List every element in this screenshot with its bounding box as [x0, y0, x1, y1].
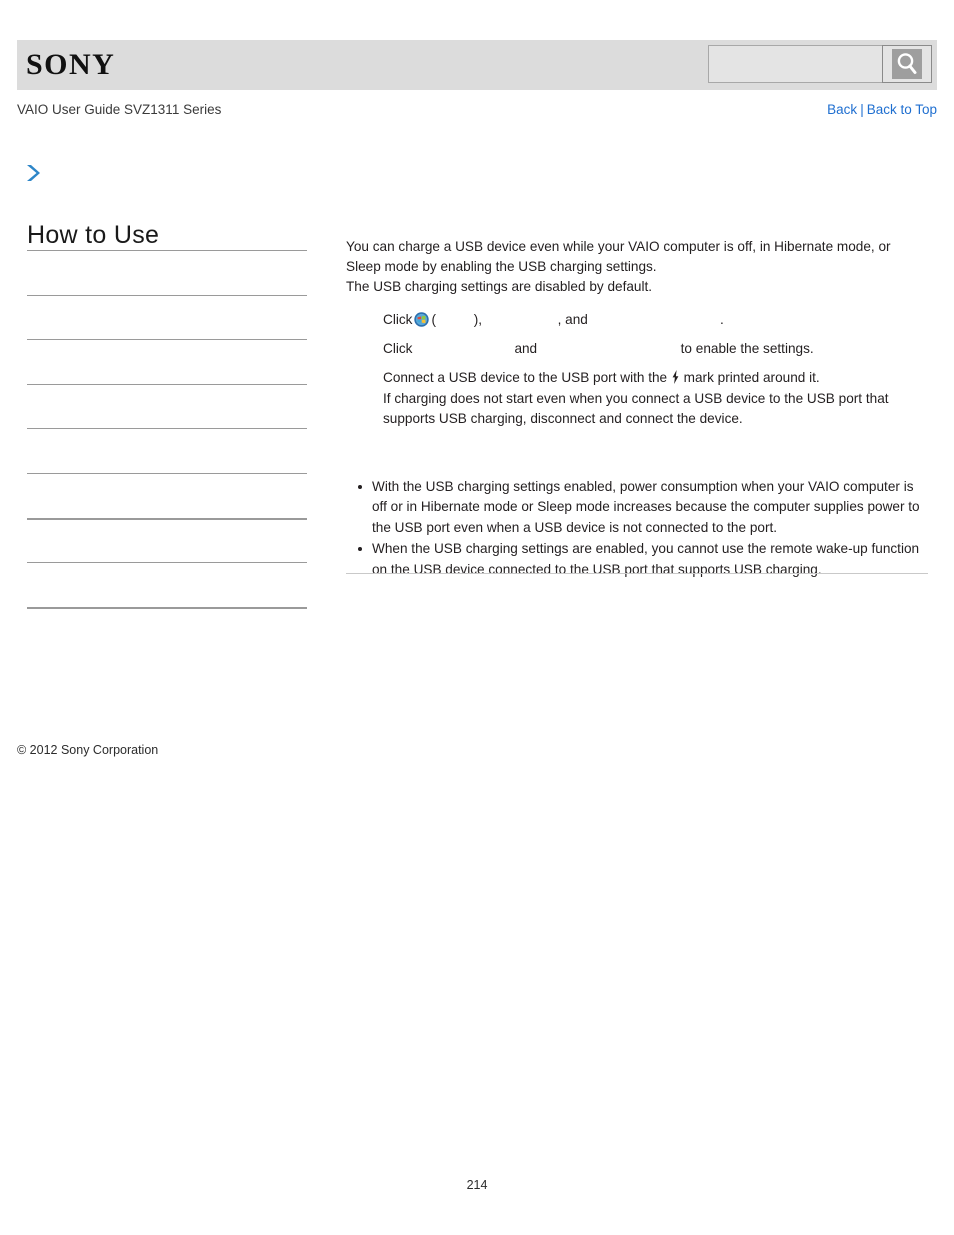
sidebar-item-5[interactable]	[27, 472, 307, 518]
step-1-suffix: .	[720, 311, 724, 327]
steps-list: Click ( ), , and . Click and to enable t…	[346, 310, 931, 430]
search-input[interactable]	[708, 45, 882, 83]
note-item-1: With the USB charging settings enabled, …	[358, 477, 931, 539]
step-1-hidden-term-1	[436, 310, 474, 330]
notes-list: With the USB charging settings enabled, …	[346, 477, 931, 581]
sidebar-item-8[interactable]	[27, 606, 307, 652]
guide-title: VAIO User Guide SVZ1311 Series	[17, 102, 222, 117]
intro-line-1: Sleep mode by enabling the USB charging …	[346, 259, 657, 275]
sidebar-item-1[interactable]	[27, 294, 307, 340]
nav-separator: |	[860, 102, 864, 117]
sidebar-item-3[interactable]	[27, 383, 307, 429]
step-1-close-paren: ),	[473, 311, 483, 327]
step-4-line-1: If charging does not start even when you…	[383, 390, 889, 406]
intro-line-0: You can charge a USB device even while y…	[346, 239, 891, 254]
step-2-hidden-term-1	[412, 339, 514, 359]
magnifying-glass-icon	[892, 49, 922, 79]
step-3-after-bolt: mark printed around it.	[683, 370, 820, 386]
note-item-2: When the USB charging settings are enabl…	[358, 539, 931, 580]
sidebar-item-6[interactable]	[27, 517, 307, 563]
chevron-right-icon[interactable]	[24, 163, 42, 183]
step-item-3: Connect a USB device to the USB port wit…	[383, 368, 931, 388]
back-to-top-link[interactable]: Back to Top	[867, 102, 937, 117]
windows-start-orb-icon[interactable]	[414, 311, 430, 327]
step-4-line-2: supports USB charging, disconnect and co…	[383, 411, 743, 427]
header-nav-links: Back | Back to Top	[827, 100, 937, 120]
step-2-mid: and	[514, 341, 538, 357]
lightning-bolt-icon	[672, 370, 679, 385]
site-header: SONY	[17, 40, 937, 90]
step-2-prefix: Click	[383, 341, 413, 357]
step-item-4: If charging does not start even when you…	[383, 389, 931, 430]
back-link[interactable]: Back	[827, 102, 857, 117]
step-3-before-bolt: Connect a USB device to the USB port wit…	[383, 370, 668, 386]
sony-logo: SONY	[26, 48, 116, 81]
sidebar-nav-list	[27, 250, 307, 651]
step-1-mid: , and	[557, 311, 588, 327]
search-button[interactable]	[882, 45, 932, 83]
sidebar-item-4[interactable]	[27, 428, 307, 473]
step-item-1: Click ( ), , and .	[383, 310, 931, 330]
step-2-suffix: to enable the settings.	[680, 341, 814, 357]
step-item-2: Click and to enable the settings.	[383, 339, 931, 359]
step-1-hidden-term-2	[482, 310, 558, 330]
intro-paragraph: You can charge a USB device even while y…	[346, 237, 931, 298]
sub-header: VAIO User Guide SVZ1311 Series Back | Back…	[17, 100, 937, 122]
step-1-prefix: Click	[383, 311, 413, 327]
content-bottom-divider	[346, 573, 928, 574]
copyright-notice: © 2012 Sony Corporation	[17, 743, 159, 757]
step-1-hidden-term-3	[588, 310, 720, 330]
main-content: You can charge a USB device even while y…	[346, 237, 931, 582]
sidebar-item-2[interactable]	[27, 339, 307, 384]
sidebar-item-0[interactable]	[27, 250, 307, 295]
step-2-hidden-term-2	[537, 339, 681, 359]
page-title: How to Use	[27, 221, 160, 249]
page-number: 214	[466, 1178, 488, 1192]
sidebar-item-7[interactable]	[27, 562, 307, 607]
search-area	[708, 45, 932, 83]
intro-line-2: The USB charging settings are disabled b…	[346, 279, 653, 295]
